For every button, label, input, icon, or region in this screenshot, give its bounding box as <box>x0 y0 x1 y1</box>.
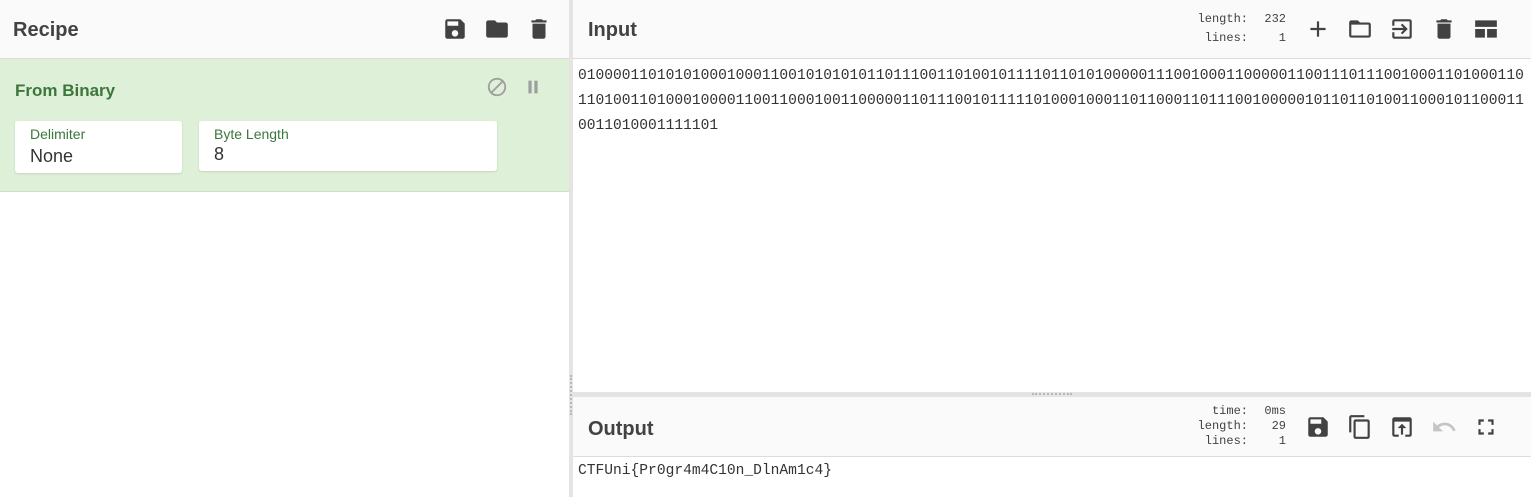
output-time-value: 0ms <box>1264 404 1286 418</box>
output-lines-label: lines: <box>1204 434 1248 448</box>
input-pane: Input length: 232 lines: 1 0100001101010… <box>573 0 1531 392</box>
save-output-button[interactable] <box>1303 412 1333 442</box>
save-icon <box>445 19 465 39</box>
folder-open-icon <box>1349 20 1371 38</box>
input-length-label: length: <box>1197 12 1248 26</box>
output-title: Output <box>588 418 654 440</box>
output-header: Output time: 0ms length: 29 lines: 1 <box>573 397 1531 457</box>
input-text[interactable]: 0100001101010100010001100101010101101110… <box>578 64 1526 139</box>
output-length-label: length: <box>1197 419 1248 433</box>
byte-length-value[interactable]: 8 <box>214 144 224 165</box>
folder-icon <box>486 20 508 38</box>
clear-recipe-button[interactable] <box>524 14 554 44</box>
recipe-header: Recipe <box>0 0 569 59</box>
copy-icon <box>1349 415 1370 439</box>
load-input-icon <box>1392 19 1412 39</box>
cyberchef-app: Recipe From Binary Delimiter None Byte L… <box>0 0 1531 497</box>
byte-length-field[interactable]: Byte Length 8 <box>199 121 497 171</box>
maximize-icon <box>1478 419 1494 435</box>
undo-icon <box>1433 421 1456 432</box>
input-lines-value: 1 <box>1278 31 1286 45</box>
copy-output-button[interactable] <box>1345 412 1375 442</box>
layout-icon <box>1475 20 1497 38</box>
input-lines-label: lines: <box>1204 31 1248 45</box>
undo-button[interactable] <box>1429 412 1459 442</box>
operation-from-binary: From Binary Delimiter None Byte Length 8 <box>0 59 569 192</box>
input-length-value: 232 <box>1264 12 1286 26</box>
output-toolbar <box>1303 412 1501 442</box>
trash-icon <box>531 19 547 39</box>
byte-length-label: Byte Length <box>214 126 289 142</box>
recipe-toolbar <box>428 14 554 44</box>
output-text[interactable]: CTFUni{Pr0gr4m4C10n_DlnAm1c4} <box>578 463 832 479</box>
output-time-label: time: <box>1211 404 1248 418</box>
save-recipe-button[interactable] <box>440 14 470 44</box>
trash-icon <box>1436 19 1452 39</box>
input-stats: length: 232 lines: 1 <box>1193 10 1286 48</box>
add-input-tab-button[interactable] <box>1303 14 1333 44</box>
maximize-output-button[interactable] <box>1471 412 1501 442</box>
input-toolbar <box>1303 14 1501 44</box>
disable-operation-button[interactable] <box>486 76 508 98</box>
output-stats: time: 0ms length: 29 lines: 1 <box>1193 404 1286 449</box>
operation-name: From Binary <box>15 81 116 100</box>
delimiter-value[interactable]: None <box>30 146 73 167</box>
vertical-splitter-grip[interactable] <box>570 375 572 415</box>
delimiter-label: Delimiter <box>30 126 86 142</box>
disable-icon <box>487 77 507 97</box>
save-icon <box>1308 417 1328 437</box>
clear-input-button[interactable] <box>1429 14 1459 44</box>
open-file-button[interactable] <box>1345 14 1375 44</box>
recipe-title: Recipe <box>13 19 79 41</box>
reset-layout-button[interactable] <box>1471 14 1501 44</box>
add-icon <box>1310 21 1326 37</box>
input-title: Input <box>588 19 637 41</box>
delimiter-field[interactable]: Delimiter None <box>15 121 182 173</box>
replace-input-with-output-button[interactable] <box>1387 412 1417 442</box>
horizontal-splitter-grip[interactable] <box>1032 393 1072 395</box>
pause-operation-button[interactable] <box>522 76 544 98</box>
open-in-input-icon <box>1392 417 1412 437</box>
load-recipe-button[interactable] <box>482 14 512 44</box>
input-header: Input length: 232 lines: 1 <box>573 0 1531 59</box>
output-length-value: 29 <box>1271 419 1286 433</box>
pause-icon <box>528 80 538 94</box>
open-folder-button[interactable] <box>1387 14 1417 44</box>
recipe-pane: Recipe From Binary Delimiter None Byte L… <box>0 0 569 497</box>
output-lines-value: 1 <box>1278 434 1286 448</box>
output-pane: Output time: 0ms length: 29 lines: 1 CTF… <box>573 397 1531 497</box>
